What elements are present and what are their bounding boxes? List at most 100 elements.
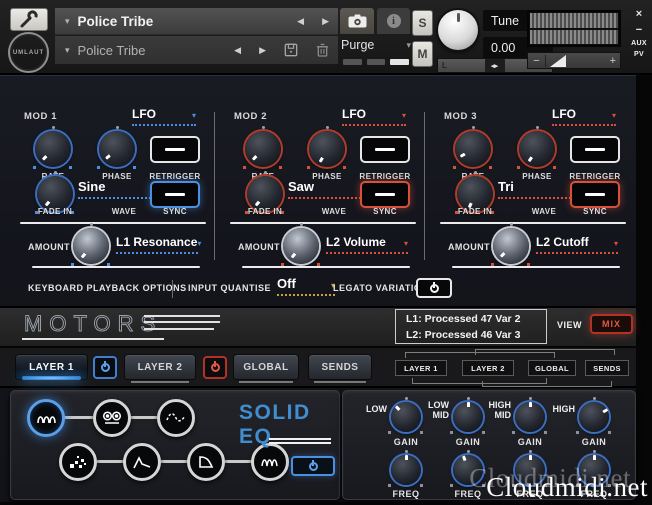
retrigger-switch[interactable] bbox=[150, 136, 200, 163]
amount-knob[interactable] bbox=[279, 223, 323, 268]
preset-next-icon[interactable]: ▶ bbox=[313, 16, 338, 27]
amount-knob[interactable] bbox=[69, 223, 113, 268]
routing-layer1-button[interactable]: LAYER 1 bbox=[395, 360, 447, 376]
fade-in-label: FADE IN bbox=[37, 207, 73, 216]
solo-button[interactable]: S bbox=[412, 10, 433, 36]
wrench-button[interactable] bbox=[10, 8, 48, 31]
phase-knob[interactable] bbox=[515, 126, 559, 171]
sync-switch[interactable] bbox=[570, 181, 620, 208]
save-icon[interactable] bbox=[284, 43, 298, 57]
chevron-down-icon: ▾ bbox=[406, 39, 411, 50]
chevron-down-icon[interactable]: ▾ bbox=[65, 16, 70, 27]
chevron-down-icon: ▾ bbox=[611, 111, 616, 120]
fx-title-underline bbox=[269, 438, 331, 440]
input-quantise-label: INPUT QUANTISE bbox=[188, 283, 272, 293]
power-icon bbox=[429, 281, 439, 293]
preset-title-bar[interactable]: ▾ Police Tribe ◀ ▶ bbox=[55, 8, 338, 35]
volume-fader-handle[interactable] bbox=[550, 54, 566, 67]
divider bbox=[242, 266, 410, 268]
rate-knob[interactable] bbox=[451, 126, 495, 171]
preset-title: Police Tribe bbox=[77, 13, 154, 29]
preset-prev-icon[interactable]: ◀ bbox=[288, 16, 313, 27]
purge-dropdown[interactable]: Purge ▾ bbox=[341, 36, 411, 54]
sync-switch[interactable] bbox=[150, 181, 200, 208]
volume-plus[interactable]: + bbox=[610, 55, 620, 67]
fx-icon-filter[interactable] bbox=[187, 443, 225, 481]
fade-in-label: FADE IN bbox=[247, 207, 283, 216]
minimize-button[interactable]: − bbox=[636, 24, 642, 36]
fx-icon-tape[interactable] bbox=[93, 399, 131, 437]
amount-target-dropdown[interactable]: L2 Volume ▾ bbox=[326, 235, 408, 254]
tune-knob[interactable] bbox=[438, 10, 478, 50]
layer1-status: L1: Processed 47 Var 2 bbox=[406, 313, 521, 325]
chevron-down-icon: ▾ bbox=[403, 239, 408, 248]
routing-layer2-button[interactable]: LAYER 2 bbox=[462, 360, 514, 376]
input-quantise-dropdown[interactable]: Off ▾ bbox=[277, 276, 335, 296]
amount-target-dropdown[interactable]: L1 Resonance ▾ bbox=[116, 235, 201, 254]
retrigger-switch[interactable] bbox=[360, 136, 410, 163]
mod-type-dropdown[interactable]: LFO ▾ bbox=[132, 107, 196, 126]
sync-label: SYNC bbox=[163, 207, 187, 216]
info-view-tab[interactable]: i bbox=[377, 8, 410, 34]
rate-knob[interactable] bbox=[31, 126, 75, 171]
level-meter-right bbox=[530, 29, 618, 44]
fx-icon-crusher[interactable] bbox=[59, 443, 97, 481]
snapshot-view-tab[interactable] bbox=[340, 8, 374, 34]
snapshot-next-icon[interactable]: ▶ bbox=[250, 45, 275, 56]
retrigger-switch[interactable] bbox=[570, 136, 620, 163]
close-button[interactable]: × bbox=[636, 8, 642, 20]
divider bbox=[440, 222, 626, 224]
amount-knob[interactable] bbox=[489, 223, 533, 268]
level-meters bbox=[527, 10, 621, 47]
mod-divider bbox=[214, 112, 215, 260]
pan-handle[interactable]: ◂▸ bbox=[484, 59, 505, 72]
highmid-gain-knob[interactable] bbox=[512, 397, 548, 435]
legato-power-button[interactable] bbox=[416, 278, 452, 298]
mix-view-button[interactable]: MIX bbox=[590, 314, 633, 334]
sync-switch[interactable] bbox=[360, 181, 410, 208]
keyboard-playback-options-button[interactable]: KEYBOARD PLAYBACK OPTIONS bbox=[28, 283, 187, 293]
tab-global[interactable]: GLOBAL bbox=[233, 354, 299, 383]
chevron-down-icon[interactable]: ▾ bbox=[65, 45, 70, 56]
low-gain-knob[interactable] bbox=[388, 397, 424, 435]
rate-knob[interactable] bbox=[241, 126, 285, 171]
volume-minus[interactable]: − bbox=[528, 54, 546, 67]
mute-button[interactable]: M bbox=[412, 41, 433, 67]
routing-global-button[interactable]: GLOBAL bbox=[528, 360, 576, 376]
volume-slider[interactable]: − + bbox=[527, 52, 621, 69]
mod-title: MOD 1 bbox=[24, 111, 58, 122]
mod-1-panel: MOD 1 LFO ▾ RATE PHASE RETRIGGER Sine ▾ … bbox=[14, 105, 214, 275]
aux-button[interactable]: AUX bbox=[631, 40, 647, 47]
power-icon bbox=[210, 361, 220, 372]
phase-knob[interactable] bbox=[95, 126, 139, 171]
high-gain-knob[interactable] bbox=[576, 397, 612, 435]
pv-button[interactable]: PV bbox=[634, 51, 644, 58]
fx-chain-panel: SOLID EQ bbox=[10, 390, 340, 500]
lowmid-freq-knob[interactable] bbox=[450, 450, 486, 488]
mod-type-dropdown[interactable]: LFO ▾ bbox=[342, 107, 406, 126]
tab-layer1[interactable]: LAYER 1 bbox=[15, 354, 88, 380]
tab-sends[interactable]: SENDS bbox=[308, 354, 372, 383]
mod-type-dropdown[interactable]: LFO ▾ bbox=[552, 107, 616, 126]
lowmid-gain-knob[interactable] bbox=[450, 397, 486, 435]
snapshot-prev-icon[interactable]: ◀ bbox=[225, 45, 250, 56]
gain-label: GAIN bbox=[517, 437, 543, 447]
routing-wire bbox=[475, 349, 615, 355]
phase-knob[interactable] bbox=[305, 126, 349, 171]
snapshot-title-bar[interactable]: ▾ Police Tribe ◀ ▶ bbox=[55, 36, 338, 64]
low-freq-knob[interactable] bbox=[388, 450, 424, 488]
layer1-power-button[interactable] bbox=[93, 356, 117, 379]
fx-title-underline bbox=[269, 442, 331, 444]
fx-connector bbox=[63, 416, 93, 419]
fx-icon-eq[interactable] bbox=[27, 399, 65, 437]
layer2-power-button[interactable] bbox=[203, 356, 227, 379]
routing-sends-button[interactable]: SENDS bbox=[585, 360, 629, 376]
trash-icon[interactable] bbox=[316, 43, 329, 57]
solid-eq-power-button[interactable] bbox=[291, 456, 335, 476]
amount-label: AMOUNT bbox=[448, 242, 490, 252]
tab-layer2[interactable]: LAYER 2 bbox=[124, 354, 196, 383]
fx-icon-wave[interactable] bbox=[157, 399, 195, 437]
motors-underline bbox=[22, 338, 164, 340]
fx-icon-transient[interactable] bbox=[123, 443, 161, 481]
amount-target-dropdown[interactable]: L2 Cutoff ▾ bbox=[536, 235, 618, 254]
